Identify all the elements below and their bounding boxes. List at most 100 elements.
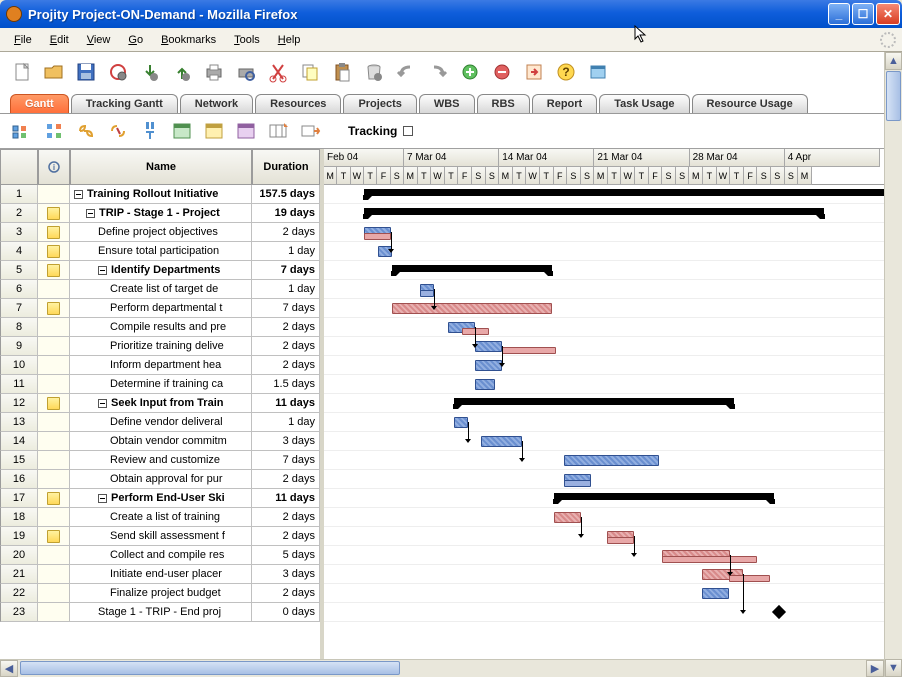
task-name-cell[interactable]: Finalize project budget	[70, 584, 252, 603]
task-bar[interactable]	[420, 290, 434, 297]
table-row[interactable]: 17Perform End-User Ski11 days	[0, 489, 320, 508]
calendar2-icon[interactable]	[200, 117, 228, 145]
table-row[interactable]: 3Define project objectives2 days	[0, 223, 320, 242]
expand-icon[interactable]	[8, 117, 36, 145]
task-bar[interactable]	[392, 303, 552, 314]
duration-cell[interactable]: 3 days	[252, 565, 320, 584]
col-header-name[interactable]: Name	[70, 149, 252, 185]
task-name-cell[interactable]: Compile results and pre	[70, 318, 252, 337]
task-name-cell[interactable]: TRIP - Stage 1 - Project	[70, 204, 252, 223]
window-button[interactable]	[584, 58, 612, 86]
table-row[interactable]: 12Seek Input from Train11 days	[0, 394, 320, 413]
task-bar[interactable]	[702, 588, 729, 599]
add-button[interactable]	[456, 58, 484, 86]
task-bar[interactable]	[475, 379, 495, 390]
duration-cell[interactable]: 2 days	[252, 337, 320, 356]
outdent-button[interactable]	[168, 58, 196, 86]
table-row[interactable]: 20Collect and compile res5 days	[0, 546, 320, 565]
tracking-checkbox[interactable]	[403, 126, 413, 136]
table-row[interactable]: 16Obtain approval for pur2 days	[0, 470, 320, 489]
task-bar[interactable]	[607, 537, 634, 544]
task-name-cell[interactable]: Inform department hea	[70, 356, 252, 375]
task-name-cell[interactable]: Ensure total participation	[70, 242, 252, 261]
task-name-cell[interactable]: Review and customize	[70, 451, 252, 470]
paste-button[interactable]	[328, 58, 356, 86]
tab-tracking-gantt[interactable]: Tracking Gantt	[71, 94, 178, 113]
task-bar[interactable]	[481, 436, 522, 447]
task-name-cell[interactable]: Prioritize training delive	[70, 337, 252, 356]
note-indicator[interactable]	[38, 261, 70, 280]
gantt-chart[interactable]: Feb 047 Mar 0414 Mar 0421 Mar 0428 Mar 0…	[324, 149, 884, 659]
note-indicator[interactable]	[38, 223, 70, 242]
tab-report[interactable]: Report	[532, 94, 597, 113]
summary-bar[interactable]	[392, 265, 552, 272]
print-preview-button[interactable]	[232, 58, 260, 86]
duration-cell[interactable]: 7 days	[252, 299, 320, 318]
table-row[interactable]: 5Identify Departments7 days	[0, 261, 320, 280]
duration-cell[interactable]: 7 days	[252, 451, 320, 470]
indent-button[interactable]	[136, 58, 164, 86]
remove-button[interactable]	[488, 58, 516, 86]
table-row[interactable]: 15Review and customize 7 days	[0, 451, 320, 470]
duration-cell[interactable]: 2 days	[252, 470, 320, 489]
tab-network[interactable]: Network	[180, 94, 253, 113]
task-name-cell[interactable]: Seek Input from Train	[70, 394, 252, 413]
table-row[interactable]: 21Initiate end-user placer3 days	[0, 565, 320, 584]
table-row[interactable]: 1Training Rollout Initiative157.5 days	[0, 185, 320, 204]
col-header-duration[interactable]: Duration	[252, 149, 320, 185]
duration-cell[interactable]: 2 days	[252, 508, 320, 527]
task-bar[interactable]	[554, 512, 581, 523]
zoom-icon[interactable]	[296, 117, 324, 145]
col-header-number[interactable]	[0, 149, 38, 185]
table-row[interactable]: 14Obtain vendor commitm3 days	[0, 432, 320, 451]
task-name-cell[interactable]: Training Rollout Initiative	[70, 185, 252, 204]
collapse-icon[interactable]	[40, 117, 68, 145]
task-name-cell[interactable]: Send skill assessment f	[70, 527, 252, 546]
task-name-cell[interactable]: Create a list of training	[70, 508, 252, 527]
task-name-cell[interactable]: Define project objectives	[70, 223, 252, 242]
menu-file[interactable]: File	[6, 32, 40, 48]
table-row[interactable]: 2TRIP - Stage 1 - Project19 days	[0, 204, 320, 223]
minimize-button[interactable]: _	[828, 3, 850, 25]
task-bar[interactable]	[475, 360, 502, 371]
table-row[interactable]: 19Send skill assessment f2 days	[0, 527, 320, 546]
task-bar[interactable]	[564, 480, 591, 487]
summary-bar[interactable]	[554, 493, 774, 500]
vscroll-thumb[interactable]	[886, 71, 901, 121]
unlink-button[interactable]	[104, 117, 132, 145]
task-bar[interactable]	[662, 556, 757, 563]
menu-edit[interactable]: Edit	[42, 32, 77, 48]
tab-task-usage[interactable]: Task Usage	[599, 94, 689, 113]
task-name-cell[interactable]: Obtain approval for pur	[70, 470, 252, 489]
duration-cell[interactable]: 157.5 days	[252, 185, 320, 204]
tab-gantt[interactable]: Gantt	[10, 94, 69, 113]
duration-cell[interactable]: 2 days	[252, 584, 320, 603]
tab-resources[interactable]: Resources	[255, 94, 341, 113]
undo-button[interactable]	[392, 58, 420, 86]
table-row[interactable]: 10Inform department hea2 days	[0, 356, 320, 375]
close-button[interactable]: ✕	[876, 3, 900, 25]
redo-button[interactable]	[424, 58, 452, 86]
duration-cell[interactable]: 19 days	[252, 204, 320, 223]
summary-bar[interactable]	[454, 398, 734, 405]
sync-button[interactable]	[104, 58, 132, 86]
duration-cell[interactable]: 11 days	[252, 394, 320, 413]
task-name-cell[interactable]: Initiate end-user placer	[70, 565, 252, 584]
tab-projects[interactable]: Projects	[343, 94, 416, 113]
duration-cell[interactable]: 0 days	[252, 603, 320, 622]
task-name-cell[interactable]: Determine if training ca	[70, 375, 252, 394]
gantt-body[interactable]	[324, 185, 884, 659]
task-name-cell[interactable]: Perform End-User Ski	[70, 489, 252, 508]
task-name-cell[interactable]: Define vendor deliveral	[70, 413, 252, 432]
duration-cell[interactable]: 5 days	[252, 546, 320, 565]
task-name-cell[interactable]: Collect and compile res	[70, 546, 252, 565]
duration-cell[interactable]: 2 days	[252, 318, 320, 337]
print-button[interactable]	[200, 58, 228, 86]
scroll-up-button[interactable]: ▲	[885, 52, 902, 70]
filter-icon[interactable]	[136, 117, 164, 145]
new-file-button[interactable]	[8, 58, 36, 86]
table-row[interactable]: 13Define vendor deliveral1 day	[0, 413, 320, 432]
menu-tools[interactable]: Tools	[226, 32, 268, 48]
task-name-cell[interactable]: Stage 1 - TRIP - End proj	[70, 603, 252, 622]
note-indicator[interactable]	[38, 527, 70, 546]
